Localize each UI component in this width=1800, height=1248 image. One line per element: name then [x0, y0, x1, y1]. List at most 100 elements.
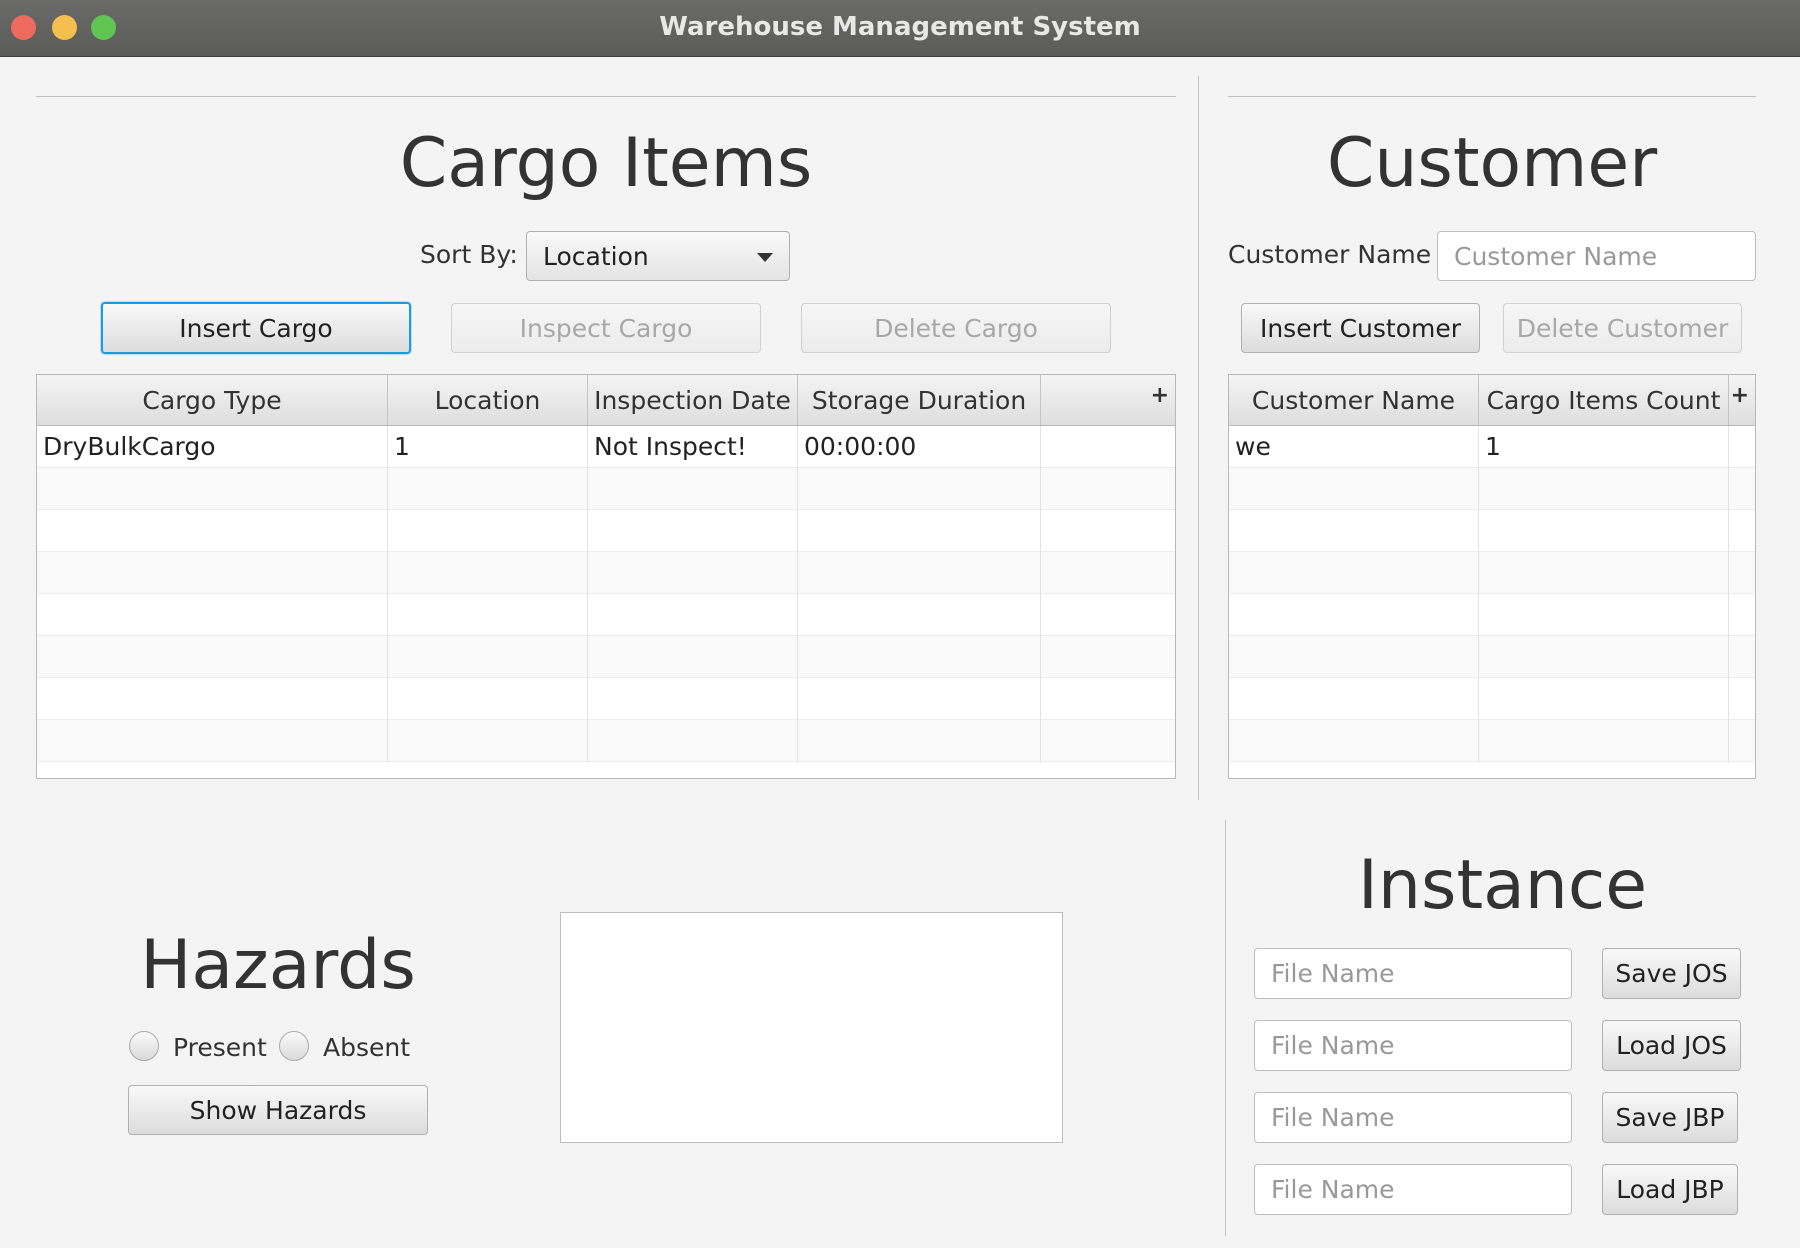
empty-table-row [1229, 468, 1755, 510]
window-title: Warehouse Management System [659, 12, 1141, 42]
cell-location: 1 [388, 426, 588, 468]
column-header-cargo-items-count[interactable]: Cargo Items Count [1479, 375, 1729, 425]
save-jbp-filename-input[interactable]: File Name [1254, 1092, 1572, 1143]
load-jbp-button[interactable]: Load JBP [1602, 1164, 1738, 1215]
load-jos-button[interactable]: Load JOS [1602, 1020, 1741, 1071]
empty-table-row [1229, 510, 1755, 552]
empty-table-row [37, 678, 1175, 720]
empty-cell [588, 468, 798, 510]
delete-cargo-button[interactable]: Delete Cargo [801, 303, 1111, 353]
column-header-cargo-type[interactable]: Cargo Type [37, 375, 388, 425]
cell-storage-duration: 00:00:00 [798, 426, 1041, 468]
empty-cell [37, 594, 388, 636]
customer-heading: Customer [1326, 124, 1658, 203]
table-row[interactable]: we 1 [1229, 426, 1755, 468]
present-radio[interactable] [129, 1031, 159, 1061]
empty-cell [1229, 468, 1479, 510]
cell-inspection-date: Not Inspect! [588, 426, 798, 468]
empty-cell [388, 468, 588, 510]
customer-name-input[interactable]: Customer Name [1437, 231, 1756, 281]
delete-customer-button[interactable]: Delete Customer [1503, 303, 1742, 353]
cell-empty [1041, 426, 1175, 468]
empty-cell [1479, 636, 1729, 678]
plus-icon[interactable]: + [1041, 375, 1175, 425]
sort-by-value: Location [543, 241, 649, 271]
empty-cell [1229, 678, 1479, 720]
empty-cell [37, 510, 388, 552]
empty-cell [37, 678, 388, 720]
instance-heading: Instance [1357, 846, 1648, 925]
column-header-storage-duration[interactable]: Storage Duration [798, 375, 1041, 425]
empty-cell [798, 552, 1041, 594]
empty-cell [798, 636, 1041, 678]
empty-cell [388, 636, 588, 678]
empty-table-row [1229, 552, 1755, 594]
empty-cell [1479, 552, 1729, 594]
empty-cell [588, 720, 798, 762]
inspect-cargo-button[interactable]: Inspect Cargo [451, 303, 761, 353]
absent-label: Absent [323, 1033, 411, 1062]
empty-cell [37, 720, 388, 762]
empty-cell [798, 678, 1041, 720]
empty-table-row [1229, 678, 1755, 720]
cargo-table[interactable]: Cargo Type Location Inspection Date Stor… [36, 374, 1176, 779]
empty-cell [798, 594, 1041, 636]
cargo-heading: Cargo Items [399, 124, 813, 203]
load-jos-filename-input[interactable]: File Name [1254, 1020, 1572, 1071]
customer-table-header: Customer Name Cargo Items Count + [1229, 375, 1755, 426]
hazards-output-area[interactable] [560, 912, 1063, 1143]
empty-cell [1229, 720, 1479, 762]
empty-table-row [37, 552, 1175, 594]
app-window: Warehouse Management System Cargo Items … [0, 0, 1800, 1248]
empty-table-row [37, 468, 1175, 510]
table-row[interactable]: DryBulkCargo 1 Not Inspect! 00:00:00 [37, 426, 1175, 468]
column-header-inspection-date[interactable]: Inspection Date [588, 375, 798, 425]
cell-cargo-type: DryBulkCargo [37, 426, 388, 468]
empty-cell [1229, 594, 1479, 636]
empty-table-row [37, 594, 1175, 636]
empty-cell [1479, 720, 1729, 762]
present-label: Present [173, 1033, 267, 1062]
empty-table-row [1229, 636, 1755, 678]
customer-name-label: Customer Name [1228, 240, 1432, 269]
empty-cell [588, 510, 798, 552]
save-jos-button[interactable]: Save JOS [1602, 948, 1741, 999]
sort-by-select[interactable]: Location [526, 231, 790, 281]
empty-table-row [1229, 720, 1755, 762]
insert-cargo-button[interactable]: Insert Cargo [101, 302, 411, 354]
empty-cell [388, 678, 588, 720]
empty-cell [798, 720, 1041, 762]
empty-cell [388, 594, 588, 636]
empty-cell [1229, 510, 1479, 552]
empty-cell [588, 678, 798, 720]
column-header-location[interactable]: Location [388, 375, 588, 425]
empty-table-row [37, 720, 1175, 762]
empty-cell [1229, 636, 1479, 678]
absent-radio[interactable] [279, 1031, 309, 1061]
empty-cell [37, 552, 388, 594]
save-jbp-button[interactable]: Save JBP [1602, 1092, 1738, 1143]
customer-table[interactable]: Customer Name Cargo Items Count + we 1 [1228, 374, 1756, 779]
empty-cell [588, 594, 798, 636]
hazards-heading: Hazards [140, 926, 416, 1005]
empty-cell [1479, 678, 1729, 720]
empty-cell [37, 468, 388, 510]
empty-cell [798, 468, 1041, 510]
empty-table-row [37, 510, 1175, 552]
load-jbp-filename-input[interactable]: File Name [1254, 1164, 1572, 1215]
insert-customer-button[interactable]: Insert Customer [1241, 303, 1480, 353]
plus-icon[interactable]: + [1729, 375, 1755, 425]
empty-cell [588, 636, 798, 678]
empty-cell [1479, 468, 1729, 510]
empty-cell [388, 552, 588, 594]
show-hazards-button[interactable]: Show Hazards [128, 1085, 428, 1135]
cell-cargo-items-count: 1 [1479, 426, 1729, 468]
empty-cell [1479, 594, 1729, 636]
sort-by-label: Sort By: [420, 240, 518, 269]
save-jos-filename-input[interactable]: File Name [1254, 948, 1572, 999]
column-header-customer-name[interactable]: Customer Name [1229, 375, 1479, 425]
empty-table-row [1229, 594, 1755, 636]
empty-cell [388, 720, 588, 762]
empty-cell [388, 510, 588, 552]
empty-cell [798, 510, 1041, 552]
